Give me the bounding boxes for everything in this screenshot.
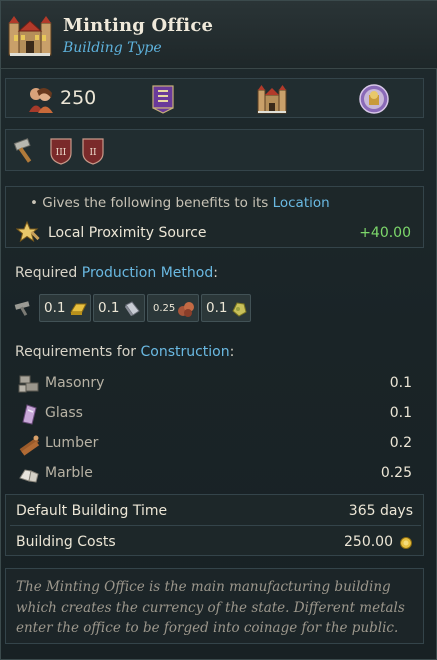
benefits-intro: • Gives the following benefits to its Lo… (30, 195, 330, 211)
purple-banner-icon[interactable] (151, 84, 175, 114)
build-time-label: Default Building Time (16, 503, 168, 519)
requirement-name: Masonry (45, 375, 105, 391)
construction-heading: Requirements for Construction: (15, 344, 234, 360)
tier-ii-label: II (89, 148, 97, 158)
building-cost-value: 250.00 (344, 534, 393, 550)
tier-iii-shield-icon[interactable]: III (50, 137, 72, 165)
requirement-value: 0.25 (380, 465, 412, 481)
alloy-nugget-icon (232, 302, 247, 317)
gold-coin-icon (400, 537, 412, 549)
production-method-link[interactable]: Production Method (82, 265, 213, 281)
requirement-row-glass[interactable]: Glass 0.1 (5, 399, 424, 429)
pm-item-gold[interactable]: 0.1 (39, 294, 91, 322)
construction-heading-suffix: : (229, 344, 235, 360)
merchant-estate-icon[interactable] (358, 83, 390, 115)
pm-item-gold-value: 0.1 (44, 300, 66, 316)
marble-icon (19, 469, 39, 483)
tooltip-header: Minting Office Building Type (1, 1, 437, 69)
benefits-panel: • Gives the following benefits to its Lo… (5, 186, 424, 248)
construction-heading-prefix: Requirements for (15, 344, 141, 360)
pm-item-silver-value: 0.1 (98, 300, 120, 316)
production-heading-prefix: Required (15, 265, 82, 281)
proximity-modifier-value: +40.00 (359, 225, 411, 241)
population-icon[interactable] (26, 84, 56, 114)
building-title: Minting Office (63, 15, 214, 36)
gold-ingot-icon (70, 303, 87, 315)
owner-building-icon[interactable] (256, 83, 288, 115)
masonry-icon (18, 375, 39, 393)
pm-item-copper[interactable]: 0.25 (147, 294, 199, 322)
requirement-name: Glass (45, 405, 83, 421)
build-time-value: 365 days (348, 503, 413, 519)
lumber-icon (19, 435, 40, 456)
silver-ingot-icon (125, 301, 140, 316)
glass-icon (22, 404, 37, 425)
production-method-heading: Required Production Method: (15, 265, 218, 281)
construction-link[interactable]: Construction (140, 344, 229, 360)
tags-panel: III II (5, 129, 424, 171)
tier-iii-label: III (56, 148, 67, 158)
building-tooltip: Minting Office Building Type 250 III II … (0, 0, 437, 660)
requirement-row-marble[interactable]: Marble 0.25 (5, 459, 424, 489)
minting-office-building-icon (8, 16, 52, 56)
requirement-row-masonry[interactable]: Masonry 0.1 (5, 369, 424, 399)
build-time-row: Default Building Time 365 days (6, 495, 425, 525)
pm-item-silver[interactable]: 0.1 (93, 294, 145, 322)
pm-item-copper-value: 0.25 (153, 303, 176, 314)
proximity-modifier-label[interactable]: Local Proximity Source (48, 225, 207, 241)
requirement-value: 0.2 (389, 435, 412, 451)
costs-panel: Default Building Time 365 days Building … (5, 494, 424, 556)
tier-ii-shield-icon[interactable]: II (82, 137, 104, 165)
stats-panel: 250 (5, 78, 424, 118)
hammer-icon[interactable] (12, 138, 38, 164)
benefits-intro-prefix: • Gives the following benefits to its (30, 195, 273, 211)
copper-ore-icon (178, 302, 194, 317)
proximity-source-icon (16, 220, 40, 243)
requirement-row-lumber[interactable]: Lumber 0.2 (5, 429, 424, 459)
production-heading-suffix: : (213, 265, 218, 281)
building-cost-row: Building Costs 250.00 (6, 526, 425, 556)
requirement-name: Marble (45, 465, 93, 481)
pm-item-alloy-value: 0.1 (206, 300, 228, 316)
building-type-link[interactable]: Building Type (63, 40, 162, 56)
requirement-value: 0.1 (389, 405, 412, 421)
pm-item-alloy[interactable]: 0.1 (201, 294, 251, 322)
requirement-value: 0.1 (389, 375, 412, 391)
building-description: The Minting Office is the main manufactu… (5, 568, 424, 644)
production-method-icon[interactable] (13, 299, 35, 317)
location-link[interactable]: Location (273, 195, 330, 211)
requirement-name: Lumber (45, 435, 99, 451)
population-value: 250 (60, 87, 97, 109)
building-cost-label: Building Costs (16, 534, 116, 550)
